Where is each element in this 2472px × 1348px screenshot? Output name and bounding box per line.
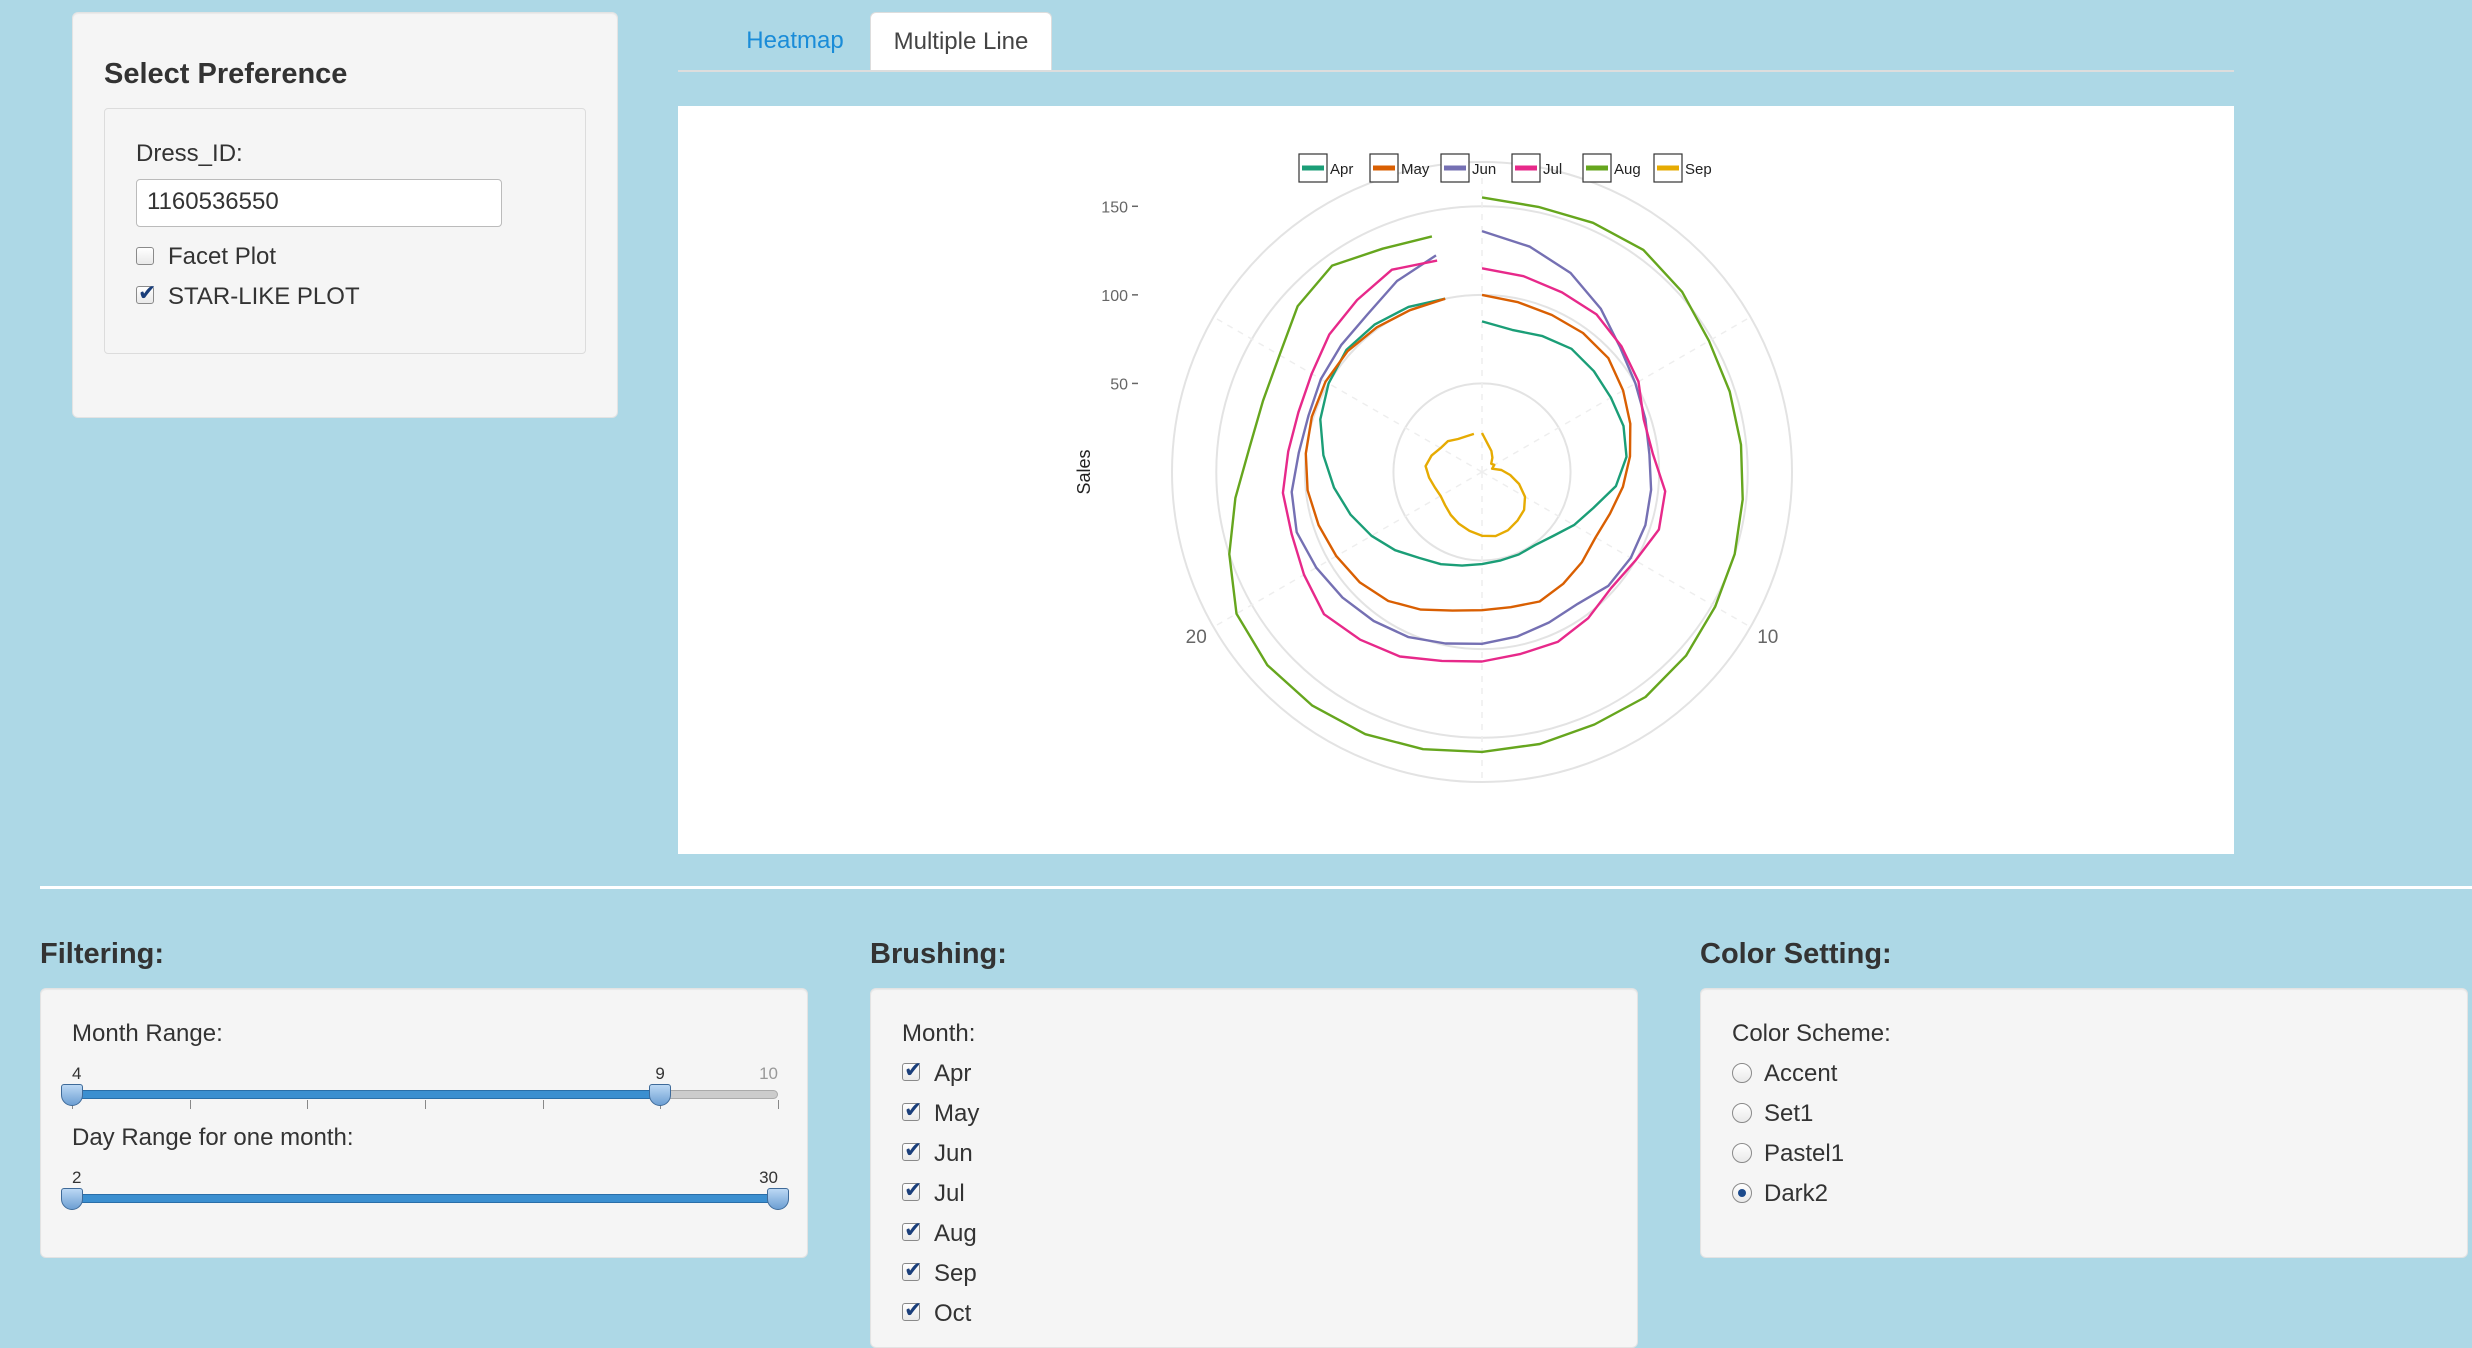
legend-label-sep: Sep — [1685, 161, 1712, 178]
day-from-value: 2 — [72, 1168, 82, 1187]
star-like-plot-checkbox[interactable] — [136, 281, 156, 306]
month-range-label: Month Range: — [72, 1020, 223, 1047]
dress-id-label: Dress_ID: — [136, 140, 243, 167]
color-scheme-label: Color Scheme: — [1732, 1020, 1891, 1047]
y-tick-label: 150 — [1101, 199, 1128, 216]
month-slider-tick — [307, 1100, 309, 1109]
facet-plot-checkbox[interactable] — [136, 247, 154, 265]
filtering-title: Filtering: — [40, 938, 165, 970]
month-from-value: 4 — [72, 1064, 82, 1083]
dress-id-input[interactable]: 1160536550 — [136, 179, 502, 227]
day-from-handle[interactable] — [61, 1188, 83, 1210]
angle-tick-label: 10 — [1757, 627, 1778, 648]
scheme-dark2-radio[interactable] — [1732, 1183, 1752, 1203]
day-slider-fill — [72, 1194, 778, 1203]
tab-heatmap[interactable]: Heatmap — [722, 12, 868, 70]
month-slider-tick — [189, 1100, 191, 1109]
tab-multiple-line[interactable]: Multiple Line — [870, 12, 1052, 72]
month-slider-fill — [72, 1090, 661, 1099]
month-max-value: 10 — [759, 1064, 778, 1083]
series-line-jun — [1290, 229, 1653, 645]
polar-line-chart: Sales 50 100 150 10 20 Apr May Jun Jul Aug Sep — [1074, 153, 1793, 783]
color-setting-title: Color Setting: — [1700, 938, 1892, 970]
brush-jul-label: Jul — [934, 1180, 965, 1207]
plot-area: Sales 50 100 150 10 20 Apr May Jun Jul Aug Sep — [678, 106, 2234, 854]
y-tick-label: 100 — [1101, 288, 1128, 305]
legend-label-apr: Apr — [1330, 161, 1353, 178]
brushing-title: Brushing: — [870, 938, 1007, 970]
tab-divider — [678, 70, 2234, 72]
brush-oct-checkbox[interactable] — [902, 1298, 922, 1323]
scheme-set1-label: Set1 — [1764, 1100, 1814, 1127]
brush-oct-label: Oct — [934, 1300, 972, 1327]
legend-label-may: May — [1401, 161, 1430, 178]
scheme-pastel1-label: Pastel1 — [1764, 1140, 1845, 1167]
scheme-dark2-label: Dark2 — [1764, 1180, 1829, 1207]
month-range-slider[interactable]: 4 9 10 — [61, 1060, 779, 1109]
month-to-value: 9 — [655, 1064, 665, 1083]
angle-tick-label: 20 — [1186, 627, 1207, 648]
facet-plot-label: Facet Plot — [168, 243, 277, 270]
grid-spoke — [1213, 316, 1483, 473]
y-axis-label: Sales — [1074, 449, 1094, 494]
brush-sep-checkbox[interactable] — [902, 1258, 922, 1283]
legend-label-jul: Jul — [1543, 161, 1562, 178]
brush-aug-label: Aug — [934, 1220, 977, 1247]
brush-jul-checkbox[interactable] — [902, 1178, 922, 1203]
brush-jun-label: Jun — [934, 1140, 973, 1167]
legend-label-aug: Aug — [1614, 161, 1641, 178]
scheme-accent-radio[interactable] — [1732, 1063, 1752, 1083]
day-to-handle[interactable] — [767, 1188, 789, 1210]
star-like-plot-label: STAR-LIKE PLOT — [168, 283, 360, 310]
scheme-pastel1-radio[interactable] — [1732, 1143, 1752, 1163]
day-to-value: 30 — [759, 1168, 778, 1187]
preference-title: Select Preference — [104, 58, 348, 90]
grid-spoke — [1213, 471, 1483, 628]
brush-may-label: May — [934, 1100, 980, 1127]
legend-label-jun: Jun — [1472, 161, 1496, 178]
y-tick-label: 50 — [1110, 376, 1128, 393]
brush-sep-label: Sep — [934, 1260, 977, 1287]
month-slider-tick — [542, 1100, 544, 1109]
month-to-handle[interactable] — [649, 1084, 672, 1106]
brush-apr-label: Apr — [934, 1060, 972, 1087]
section-divider — [40, 886, 2472, 889]
scheme-accent-label: Accent — [1764, 1060, 1838, 1087]
brush-apr-checkbox[interactable] — [902, 1058, 922, 1083]
month-slider-tick — [778, 1100, 779, 1109]
series-line-sep — [1424, 432, 1527, 538]
day-range-slider[interactable]: 2 30 — [61, 1164, 789, 1212]
brushing-panel — [870, 988, 1638, 1348]
brush-jun-checkbox[interactable] — [902, 1138, 922, 1163]
brush-aug-checkbox[interactable] — [902, 1218, 922, 1243]
month-slider-tick — [425, 1100, 426, 1109]
brush-may-checkbox[interactable] — [902, 1098, 922, 1123]
brushing-month-label: Month: — [902, 1020, 976, 1047]
day-range-label: Day Range for one month: — [72, 1124, 354, 1151]
scheme-set1-radio[interactable] — [1732, 1103, 1752, 1123]
month-from-handle[interactable] — [61, 1084, 83, 1106]
